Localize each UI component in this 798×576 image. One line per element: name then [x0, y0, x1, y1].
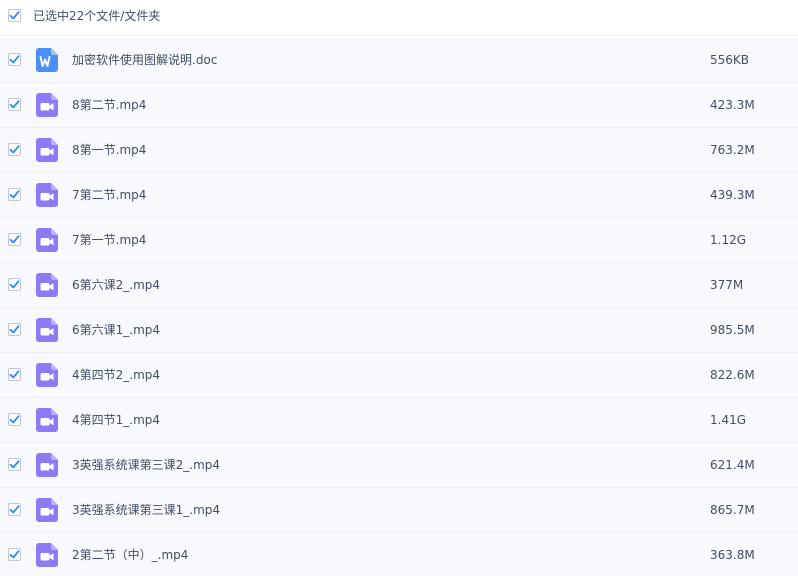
file-name[interactable]: 6第六课2_.mp4	[72, 277, 160, 293]
select-all-checkbox[interactable]	[8, 9, 21, 22]
video-file-icon	[36, 498, 58, 522]
checkmark-icon	[9, 145, 20, 154]
file-name[interactable]: 2第二节（中）_.mp4	[72, 547, 188, 563]
file-name[interactable]: 3英强系统课第三课2_.mp4	[72, 457, 220, 473]
video-file-icon	[36, 228, 58, 252]
video-file-icon	[36, 453, 58, 477]
file-size: 822.6M	[710, 368, 755, 382]
file-row[interactable]: 6第六课1_.mp4 985.5M	[0, 308, 798, 353]
file-row-checkbox[interactable]	[8, 98, 21, 111]
file-row-checkbox[interactable]	[8, 233, 21, 246]
file-name[interactable]: 4第四节2_.mp4	[72, 367, 160, 383]
video-file-icon	[36, 318, 58, 342]
file-name[interactable]: 6第六课1_.mp4	[72, 322, 160, 338]
file-row[interactable]: 8第一节.mp4 763.2M	[0, 128, 798, 173]
video-file-icon	[36, 183, 58, 207]
file-size: 377M	[710, 278, 744, 292]
file-name[interactable]: 8第二节.mp4	[72, 97, 146, 113]
selection-count-text: 已选中22个文件/文件夹	[33, 9, 161, 23]
file-name[interactable]: 加密软件使用图解说明.doc	[72, 52, 217, 68]
file-size: 439.3M	[710, 188, 755, 202]
file-name[interactable]: 4第四节1_.mp4	[72, 412, 160, 428]
checkmark-icon	[9, 235, 20, 244]
checkmark-icon	[9, 100, 20, 109]
checkmark-icon	[9, 460, 20, 469]
checkmark-icon	[9, 11, 20, 20]
checkmark-icon	[9, 325, 20, 334]
file-size: 621.4M	[710, 458, 755, 472]
file-row-checkbox[interactable]	[8, 278, 21, 291]
video-file-icon	[36, 543, 58, 567]
checkmark-icon	[9, 550, 20, 559]
checkmark-icon	[9, 370, 20, 379]
file-row-checkbox[interactable]	[8, 368, 21, 381]
file-row-checkbox[interactable]	[8, 503, 21, 516]
selection-header: 已选中22个文件/文件夹	[0, 0, 798, 36]
word-doc-icon	[36, 48, 58, 72]
file-name[interactable]: 8第一节.mp4	[72, 142, 146, 158]
checkmark-icon	[9, 280, 20, 289]
file-row-checkbox[interactable]	[8, 548, 21, 561]
file-name[interactable]: 7第一节.mp4	[72, 232, 146, 248]
file-row[interactable]: 6第六课2_.mp4 377M	[0, 263, 798, 308]
file-list-panel: 已选中22个文件/文件夹 加密软件使用图解说明.doc 556KB 8第二节.mp4…	[0, 0, 798, 576]
file-size: 1.41G	[710, 413, 747, 427]
video-file-icon	[36, 138, 58, 162]
video-file-icon	[36, 363, 58, 387]
file-row-checkbox[interactable]	[8, 188, 21, 201]
file-row[interactable]: 4第四节2_.mp4 822.6M	[0, 353, 798, 398]
file-size: 423.3M	[710, 98, 755, 112]
file-row[interactable]: 8第二节.mp4 423.3M	[0, 83, 798, 128]
checkmark-icon	[9, 190, 20, 199]
file-name[interactable]: 7第二节.mp4	[72, 187, 146, 203]
file-size: 363.8M	[710, 548, 755, 562]
file-size: 985.5M	[710, 323, 755, 337]
video-file-icon	[36, 408, 58, 432]
checkmark-icon	[9, 505, 20, 514]
file-row[interactable]: 7第一节.mp4 1.12G	[0, 218, 798, 263]
file-row-checkbox[interactable]	[8, 323, 21, 336]
file-size: 1.12G	[710, 233, 747, 247]
file-name[interactable]: 3英强系统课第三课1_.mp4	[72, 502, 220, 518]
checkmark-icon	[9, 55, 20, 64]
file-size: 556KB	[710, 53, 750, 67]
file-row[interactable]: 4第四节1_.mp4 1.41G	[0, 398, 798, 443]
file-list: 加密软件使用图解说明.doc 556KB 8第二节.mp4 423.3M 8第一节.mp…	[0, 38, 798, 576]
checkmark-icon	[9, 415, 20, 424]
video-file-icon	[36, 273, 58, 297]
file-row-checkbox[interactable]	[8, 413, 21, 426]
file-row-checkbox[interactable]	[8, 53, 21, 66]
file-size: 865.7M	[710, 503, 755, 517]
file-row[interactable]: 3英强系统课第三课2_.mp4 621.4M	[0, 443, 798, 488]
file-row-checkbox[interactable]	[8, 143, 21, 156]
file-row[interactable]: 3英强系统课第三课1_.mp4 865.7M	[0, 488, 798, 533]
file-row[interactable]: 2第二节（中）_.mp4 363.8M	[0, 533, 798, 576]
file-row-checkbox[interactable]	[8, 458, 21, 471]
file-row[interactable]: 加密软件使用图解说明.doc 556KB	[0, 38, 798, 83]
file-size: 763.2M	[710, 143, 755, 157]
file-row[interactable]: 7第二节.mp4 439.3M	[0, 173, 798, 218]
video-file-icon	[36, 93, 58, 117]
